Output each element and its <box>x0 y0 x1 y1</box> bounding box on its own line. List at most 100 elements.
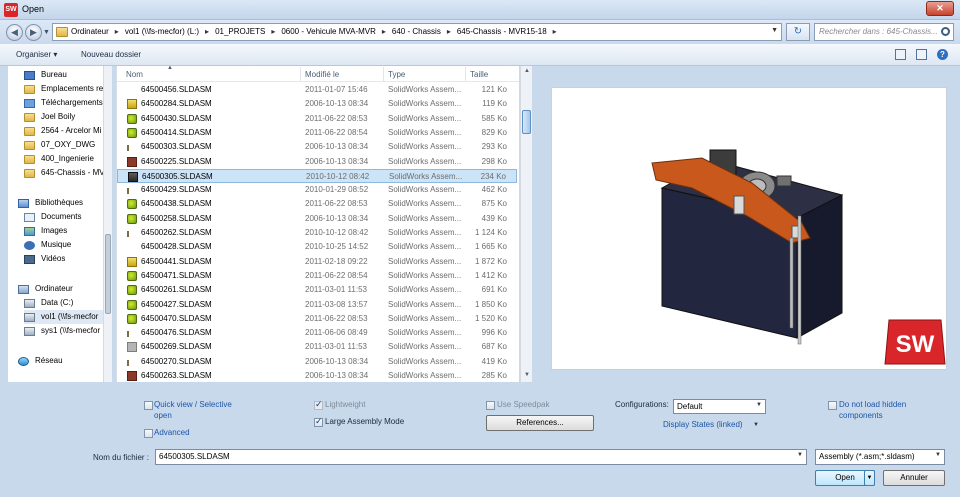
file-name: 64500456.SLDASM <box>141 85 212 94</box>
no-load-hidden-label-line2[interactable]: components <box>839 411 883 420</box>
scroll-up-icon[interactable]: ▲ <box>523 68 531 76</box>
breadcrumb-item[interactable]: Ordinateur <box>71 27 109 36</box>
references-button[interactable]: References... <box>486 415 594 431</box>
configurations-value: Default <box>677 402 703 411</box>
scrollbar-thumb[interactable] <box>105 234 111 314</box>
column-divider[interactable] <box>300 67 301 81</box>
file-row[interactable]: 64500428.SLDASM 2010-10-25 14:52 SolidWork… <box>117 240 517 254</box>
file-row[interactable]: 64500430.SLDASM 2011-06-22 08:53 SolidWork… <box>117 112 517 126</box>
music-icon <box>24 241 35 250</box>
view-options-icon[interactable] <box>895 49 906 60</box>
help-icon[interactable]: ? <box>937 49 948 60</box>
large-assembly-label[interactable]: Large Assembly Mode <box>325 417 404 426</box>
sldasm-file-icon <box>127 113 137 124</box>
file-row[interactable]: 64500303.SLDASM 2006-10-13 08:34 SolidWork… <box>117 140 517 154</box>
file-row[interactable]: 64500269.SLDASM 2011-03-01 11:53 SolidWork… <box>117 340 517 354</box>
sldasm-file-icon <box>127 270 137 281</box>
file-type: SolidWorks Assem... <box>388 256 462 266</box>
file-row[interactable]: 64500284.SLDASM 2006-10-13 08:34 SolidWork… <box>117 97 517 111</box>
chevron-down-icon[interactable]: ▼ <box>753 422 759 428</box>
sort-indicator: ▲ <box>167 66 173 71</box>
folder-icon <box>24 141 35 150</box>
recent-locations-dropdown[interactable]: ▼ <box>43 29 51 37</box>
organize-menu[interactable]: Organiser ▾ <box>16 50 57 59</box>
file-row[interactable]: 64500263.SLDASM 2006-10-13 08:34 SolidWork… <box>117 369 517 382</box>
configurations-select[interactable]: Default ▼ <box>673 399 766 414</box>
breadcrumb-item[interactable]: vol1 (\\fs-mecfor) (L:) <box>125 27 199 36</box>
solidworks-logo: SW <box>884 319 946 365</box>
sldasm-file-icon <box>127 331 131 338</box>
file-row[interactable]: 64500438.SLDASM 2011-06-22 08:53 SolidWork… <box>117 197 517 211</box>
configurations-label: Configurations: <box>615 400 669 409</box>
search-input[interactable]: Rechercher dans : 645-Chassis... <box>814 23 954 41</box>
file-row[interactable]: 64500471.SLDASM 2011-06-22 08:54 SolidWork… <box>117 269 517 283</box>
file-row[interactable]: 64500414.SLDASM 2011-06-22 08:54 SolidWork… <box>117 126 517 140</box>
navigation-scrollbar[interactable] <box>103 66 112 382</box>
breadcrumb-item[interactable]: 0600 - Vehicule MVA-MVR <box>281 27 376 36</box>
file-row[interactable]: 64500470.SLDASM 2011-06-22 08:53 SolidWork… <box>117 312 517 326</box>
file-row[interactable]: 64500427.SLDASM 2011-03-08 13:57 SolidWork… <box>117 298 517 312</box>
column-header-type[interactable]: Type <box>388 70 405 79</box>
column-header-modified[interactable]: Modifié le <box>305 70 339 79</box>
sldasm-file-icon <box>127 213 137 224</box>
drive-icon <box>24 299 35 308</box>
file-type: SolidWorks Assem... <box>388 342 462 352</box>
lightweight-checkbox[interactable] <box>314 399 323 410</box>
sldasm-file-icon <box>128 171 138 182</box>
file-row[interactable]: 64500258.SLDASM 2006-10-13 08:34 SolidWork… <box>117 212 517 226</box>
quick-view-checkbox[interactable] <box>144 401 153 410</box>
computer-icon <box>18 285 29 294</box>
advanced-checkbox[interactable] <box>144 429 153 438</box>
file-row[interactable]: 64500441.SLDASM 2011-02-18 09:22 SolidWork… <box>117 255 517 269</box>
file-row[interactable]: 64500476.SLDASM 2011-06-06 08:49 SolidWork… <box>117 326 517 340</box>
column-divider[interactable] <box>465 67 466 81</box>
file-name: 64500258.SLDASM <box>141 213 212 223</box>
new-folder-button[interactable]: Nouveau dossier <box>81 50 141 59</box>
file-date: 2006-10-13 08:34 <box>305 213 369 223</box>
scrollbar-thumb[interactable] <box>522 110 531 134</box>
back-arrow-icon[interactable]: ◀ <box>6 24 23 41</box>
forward-arrow-icon[interactable]: ▶ <box>25 24 42 41</box>
preview-pane-icon[interactable] <box>916 49 927 60</box>
file-row[interactable]: 64500305.SLDASM 2010-10-12 08:42 SolidWork… <box>117 168 517 184</box>
address-bar[interactable]: Ordinateur ▸ vol1 (\\fs-mecfor) (L:) ▸ 01_PR… <box>52 23 782 41</box>
open-options-dropdown[interactable]: ▼ <box>864 470 875 486</box>
close-button[interactable]: ✕ <box>926 1 954 16</box>
file-size: 687 Ko <box>481 342 507 352</box>
breadcrumb-item[interactable]: 645-Chassis - MVR15-18 <box>457 27 547 36</box>
file-row[interactable]: 64500429.SLDASM 2010-01-29 08:52 SolidWork… <box>117 183 517 197</box>
quick-view-label-line2[interactable]: open <box>154 411 172 420</box>
filetype-select[interactable]: Assembly (*.asm;*.sldasm) ▼ <box>815 449 945 465</box>
file-date: 2006-10-13 08:34 <box>305 156 369 166</box>
large-assembly-checkbox[interactable] <box>314 416 323 427</box>
breadcrumb-item[interactable]: 640 - Chassis <box>392 27 441 36</box>
chevron-down-icon[interactable]: ▼ <box>771 27 778 34</box>
file-list-scrollbar[interactable]: ▲ ▼ <box>520 66 532 382</box>
column-header-size[interactable]: Taille <box>470 70 488 79</box>
nav-item-vol1[interactable]: vol1 (\\fs-mecfor <box>24 310 111 324</box>
breadcrumb-item[interactable]: 01_PROJETS <box>215 27 265 36</box>
videos-icon <box>24 255 35 264</box>
file-row[interactable]: 64500262.SLDASM 2010-10-12 08:42 SolidWork… <box>117 226 517 240</box>
no-load-hidden-label[interactable]: Do not load hidden <box>839 400 906 409</box>
scroll-down-icon[interactable]: ▼ <box>523 372 531 380</box>
file-size: 234 Ko <box>480 171 506 181</box>
file-row[interactable]: 64500456.SLDASM 2011-01-07 15:46 SolidWork… <box>117 83 517 97</box>
advanced-label[interactable]: Advanced <box>154 428 190 437</box>
file-name: 64500430.SLDASM <box>141 113 212 123</box>
display-states-label[interactable]: Display States (linked) <box>663 420 743 429</box>
refresh-button[interactable]: ↻ <box>786 23 810 41</box>
column-header-name[interactable]: Nom <box>126 70 143 79</box>
quick-view-label[interactable]: Quick view / Selective <box>154 400 232 409</box>
no-load-hidden-checkbox[interactable] <box>828 401 837 410</box>
filename-input[interactable]: 64500305.SLDASM ▼ <box>155 449 807 465</box>
speedpak-checkbox[interactable] <box>486 401 495 410</box>
column-divider[interactable] <box>383 67 384 81</box>
file-name: 64500305.SLDASM <box>142 171 213 181</box>
solidworks-app-icon: SW <box>4 3 18 17</box>
cancel-button[interactable]: Annuler <box>883 470 945 486</box>
nav-item-label: 2564 - Arcelor Mi <box>41 126 102 135</box>
file-row[interactable]: 64500225.SLDASM 2006-10-13 08:34 SolidWork… <box>117 155 517 169</box>
file-row[interactable]: 64500270.SLDASM 2006-10-13 08:34 SolidWork… <box>117 355 517 369</box>
file-row[interactable]: 64500261.SLDASM 2011-03-01 11:53 SolidWork… <box>117 283 517 297</box>
